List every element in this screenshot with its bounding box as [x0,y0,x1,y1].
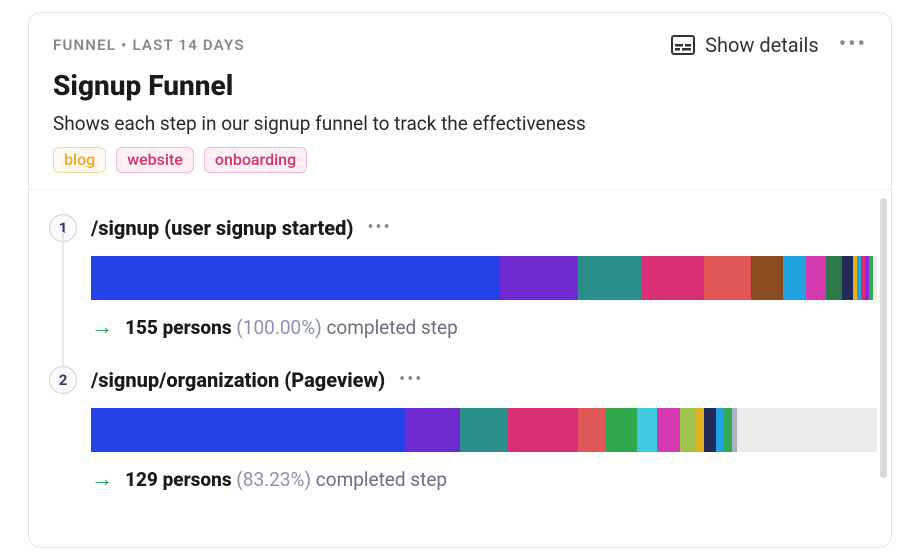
scrollbar-thumb[interactable] [880,198,887,478]
bar-segment [806,256,826,300]
completion-line: → 129 persons (83.23%) completed step [91,466,857,492]
bar-segment [826,256,842,300]
card-body: 1/signup (user signup started)•••→155 pe… [29,190,891,548]
percent: (100.00%) [236,316,321,339]
bar-segment [724,408,732,452]
bar-segment [680,408,696,452]
step-name: /signup/organization (Pageview) [91,368,385,392]
bar-segment [637,408,657,452]
card-subtitle: Shows each step in our signup funnel to … [53,112,867,135]
arrow-right-icon: → [91,466,113,492]
funnel-step: 2/signup/organization (Pageview) ••• → 129 … [49,366,871,492]
step-header: 1/signup (user signup started)••• [49,214,857,242]
tag-blog[interactable]: blog [53,147,106,173]
bar-segment [696,408,704,452]
show-details-button[interactable]: Show details [671,33,819,57]
completed-label: completed step [326,316,457,339]
header-actions: Show details ••• [671,33,867,57]
subtitles-icon [671,35,695,55]
tag-website[interactable]: website [116,147,194,173]
bar-segment [606,408,637,452]
meta-line: FUNNEL • LAST 14 DAYS [53,36,245,54]
meta-type: FUNNEL [53,36,116,54]
bar-segment [704,256,751,300]
step-bar [91,408,877,452]
step-bar [91,256,877,300]
steps-container: 1/signup (user signup started)•••→155 pe… [49,214,871,492]
bar-segment [578,408,606,452]
arrow-right-icon: → [91,314,113,340]
completion-line: → 155 persons (100.00%) completed step [91,314,857,340]
bar-segment [91,408,405,452]
bar-segment [842,256,854,300]
meta-range: LAST 14 DAYS [132,36,244,54]
step-more-button[interactable]: ••• [399,371,423,389]
tag-row: blog website onboarding [53,147,867,173]
bar-segment [783,256,807,300]
bar-segment [508,408,579,452]
step-header: 2/signup/organization (Pageview) ••• [49,366,857,394]
card-header: FUNNEL • LAST 14 DAYS Show details [29,13,891,190]
bar-segment [657,408,681,452]
completed-label: completed step [316,468,447,491]
persons-count: 129 persons [125,468,232,491]
step-number-badge: 2 [49,366,77,394]
bar-segment [641,256,704,300]
bar-segment [91,256,500,300]
bar-segment [869,256,873,300]
bar-segment [405,408,460,452]
step-more-button[interactable]: ••• [367,219,391,237]
step-name: /signup (user signup started) [91,216,353,240]
bar-segment [751,256,782,300]
tag-onboarding[interactable]: onboarding [204,147,307,173]
header-top-row: FUNNEL • LAST 14 DAYS Show details [53,33,867,57]
funnel-card: FUNNEL • LAST 14 DAYS Show details [28,12,892,548]
completion-text: 129 persons (83.23%) completed step [125,468,447,491]
bar-segment [578,256,641,300]
completion-text: 155 persons (100.00%) completed step [125,316,458,339]
bar-segment [732,408,738,452]
bar-segment [500,256,579,300]
meta-sep: • [116,36,132,54]
bar-segment [704,408,716,452]
percent: (83.23%) [236,468,311,491]
show-details-label: Show details [705,33,819,57]
header-more-button[interactable]: ••• [839,34,867,56]
card-title: Signup Funnel [53,69,867,102]
funnel-step: 1/signup (user signup started)•••→155 pe… [49,214,871,340]
bar-segment [460,408,507,452]
step-connector [62,232,64,368]
bar-segment [716,408,724,452]
persons-count: 155 persons [125,316,232,339]
